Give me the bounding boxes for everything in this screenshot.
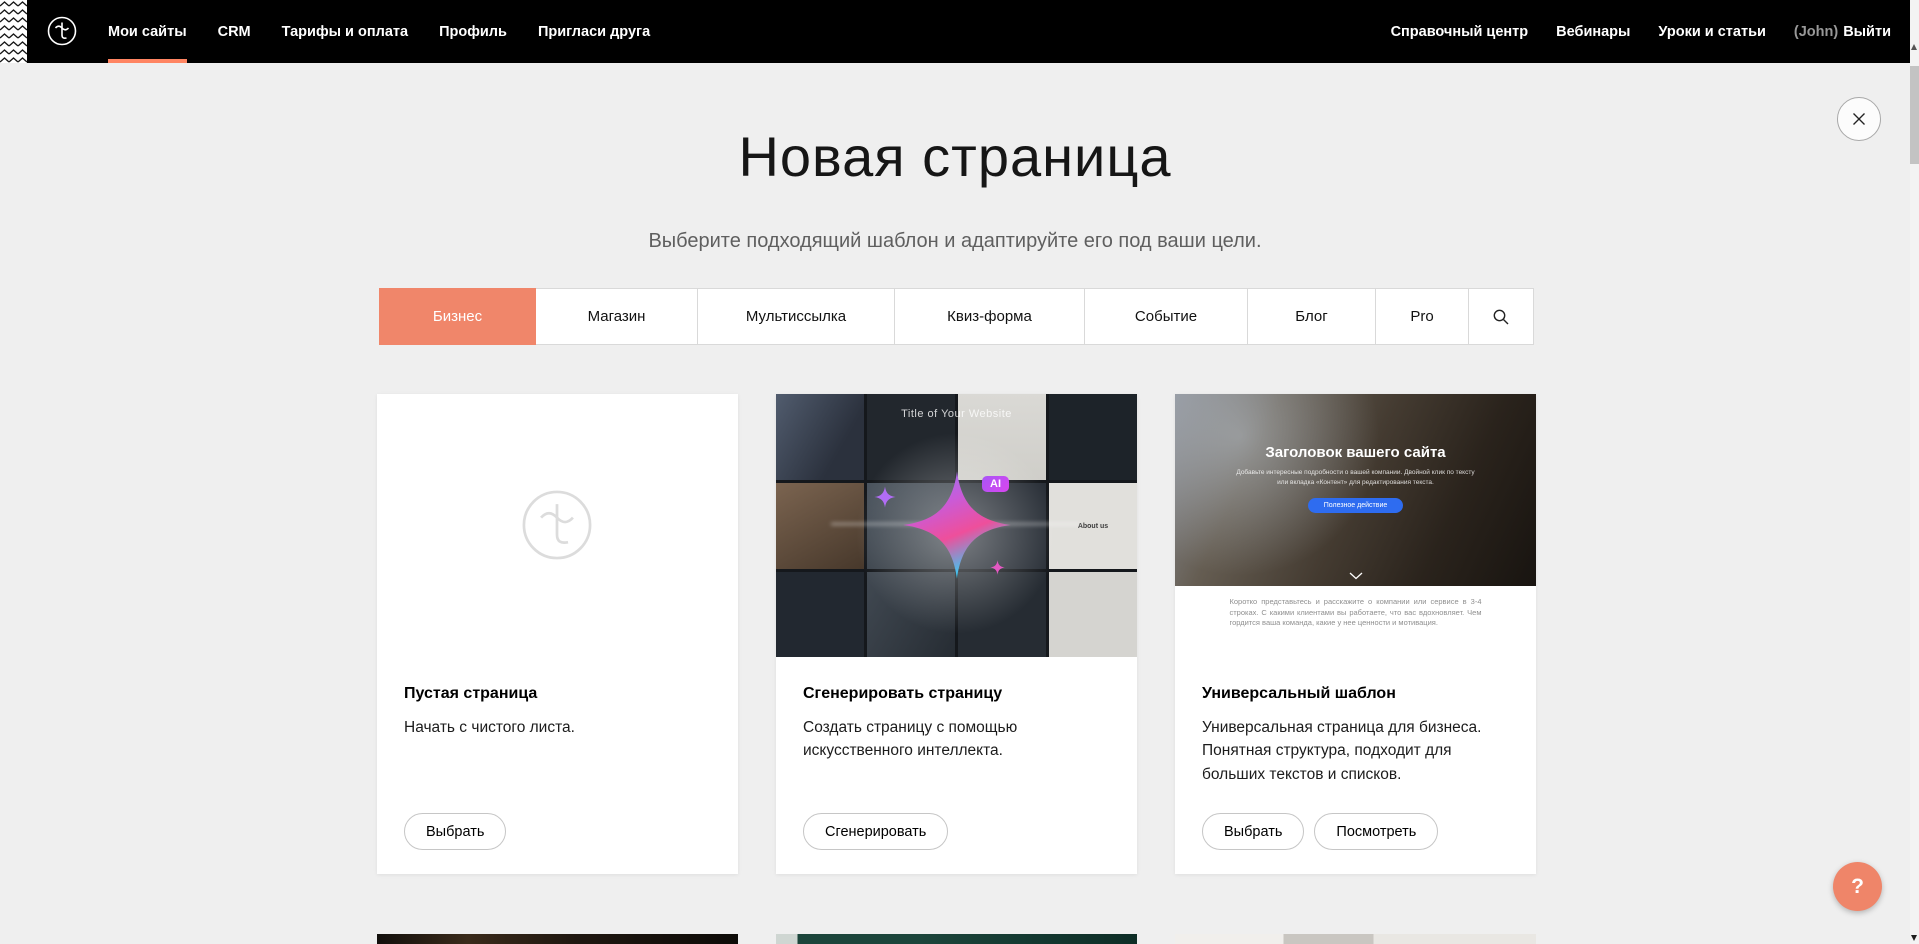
tilda-watermark-icon [508,476,606,574]
scrollbar-thumb[interactable] [1910,66,1919,164]
navbar-secondary: Справочный центр Вебинары Уроки и статьи… [1391,0,1891,63]
page-title: Новая страница [0,124,1910,189]
scroll-down-arrow-icon[interactable] [1911,935,1917,941]
card-description: Начать с чистого листа. [404,716,711,739]
card-description: Создать страницу с помощью искусственног… [803,716,1110,763]
card-buttons: Выбрать [404,813,506,850]
card-blank-page[interactable]: Пустая страница Начать с чистого листа. … [377,394,738,874]
nav-item-my-sites[interactable]: Мои сайты [108,0,187,63]
card-title: Универсальный шаблон [1202,685,1509,703]
nav-item-tariffs[interactable]: Тарифы и оплата [282,0,408,63]
zigzag-icon [0,0,27,63]
preview-site-title: Заголовок вашего сайта [1175,444,1536,461]
card-buttons: Сгенерировать [803,813,948,850]
tab-search[interactable] [1469,288,1534,345]
small-sparkle-icon [990,560,1005,575]
template-category-tabs: Бизнес Магазин Мультиссылка Квиз-форма С… [379,288,1534,345]
nav-item-help-center[interactable]: Справочный центр [1391,24,1529,40]
card-buttons: Выбрать Посмотреть [1202,813,1438,850]
template-preview-cover: Заголовок вашего сайта Добавьте интересн… [1175,394,1536,586]
template-card-partial[interactable] [776,934,1137,944]
card-title: Пустая страница [404,685,711,703]
help-button[interactable]: ? [1833,862,1882,911]
generate-button[interactable]: Сгенерировать [803,813,948,850]
tab-business[interactable]: Бизнес [379,288,536,345]
preview-action-button: Полезное действие [1308,498,1404,513]
chevron-down-icon [1349,572,1363,580]
page-subtitle: Выберите подходящий шаблон и адаптируйте… [0,230,1910,253]
new-page-screen: Мои сайты CRM Тарифы и оплата Профиль Пр… [0,0,1919,944]
nav-item-crm[interactable]: CRM [218,0,251,63]
tilda-logo-icon [42,11,82,51]
preview-body-text: Коротко представьтесь и расскажите о ком… [1230,597,1482,629]
template-cards-row-2 [377,934,1536,944]
preview-site-subtitle: Добавьте интересные подробности о вашей … [1234,468,1478,489]
card-body: Сгенерировать страницу Создать страницу … [776,657,1137,763]
card-description: Универсальная страница для бизнеса. Поня… [1202,716,1509,786]
scrollbar[interactable] [1910,0,1919,944]
user-name: (John) [1794,24,1838,40]
tab-quiz[interactable]: Квиз-форма [895,288,1085,345]
choose-button[interactable]: Выбрать [1202,813,1304,850]
tab-event[interactable]: Событие [1085,288,1248,345]
question-mark-icon: ? [1851,875,1864,899]
tilda-logo[interactable] [42,11,82,51]
tab-blog[interactable]: Блог [1248,288,1376,345]
card-body: Пустая страница Начать с чистого листа. [377,657,738,739]
tab-pro[interactable]: Pro [1376,288,1469,345]
user-logout[interactable]: (John) Выйти [1794,24,1891,40]
navbar-menu: Мои сайты CRM Тарифы и оплата Профиль Пр… [108,0,650,63]
view-button[interactable]: Посмотреть [1314,813,1438,850]
template-cards-row: Пустая страница Начать с чистого листа. … [377,394,1536,874]
nav-item-invite-friend[interactable]: Пригласи друга [538,0,650,63]
card-title: Сгенерировать страницу [803,685,1110,703]
card-ai-generate[interactable]: About us Title of Your Website [776,394,1137,874]
template-card-partial[interactable] [377,934,738,944]
top-navbar: Мои сайты CRM Тарифы и оплата Профиль Пр… [0,0,1910,63]
small-sparkle-icon [874,486,896,508]
card-universal-template[interactable]: Заголовок вашего сайта Добавьте интересн… [1175,394,1536,874]
template-card-partial[interactable] [1175,934,1536,944]
tab-shop[interactable]: Магазин [536,288,698,345]
zigzag-pattern [0,0,27,63]
tab-multilink[interactable]: Мультиссылка [698,288,895,345]
search-icon [1492,308,1510,326]
card-body: Универсальный шаблон Универсальная стран… [1175,657,1536,786]
logout-label: Выйти [1843,24,1891,40]
choose-button[interactable]: Выбрать [404,813,506,850]
nav-item-webinars[interactable]: Вебинары [1556,24,1630,40]
nav-item-profile[interactable]: Профиль [439,0,507,63]
nav-item-lessons[interactable]: Уроки и статьи [1658,24,1765,40]
ai-collage-preview: About us Title of Your Website [776,394,1137,657]
scroll-up-arrow-icon[interactable] [1911,44,1917,50]
ai-badge: AI [982,476,1009,492]
template-preview-body: Коротко представьтесь и расскажите о ком… [1175,586,1536,657]
